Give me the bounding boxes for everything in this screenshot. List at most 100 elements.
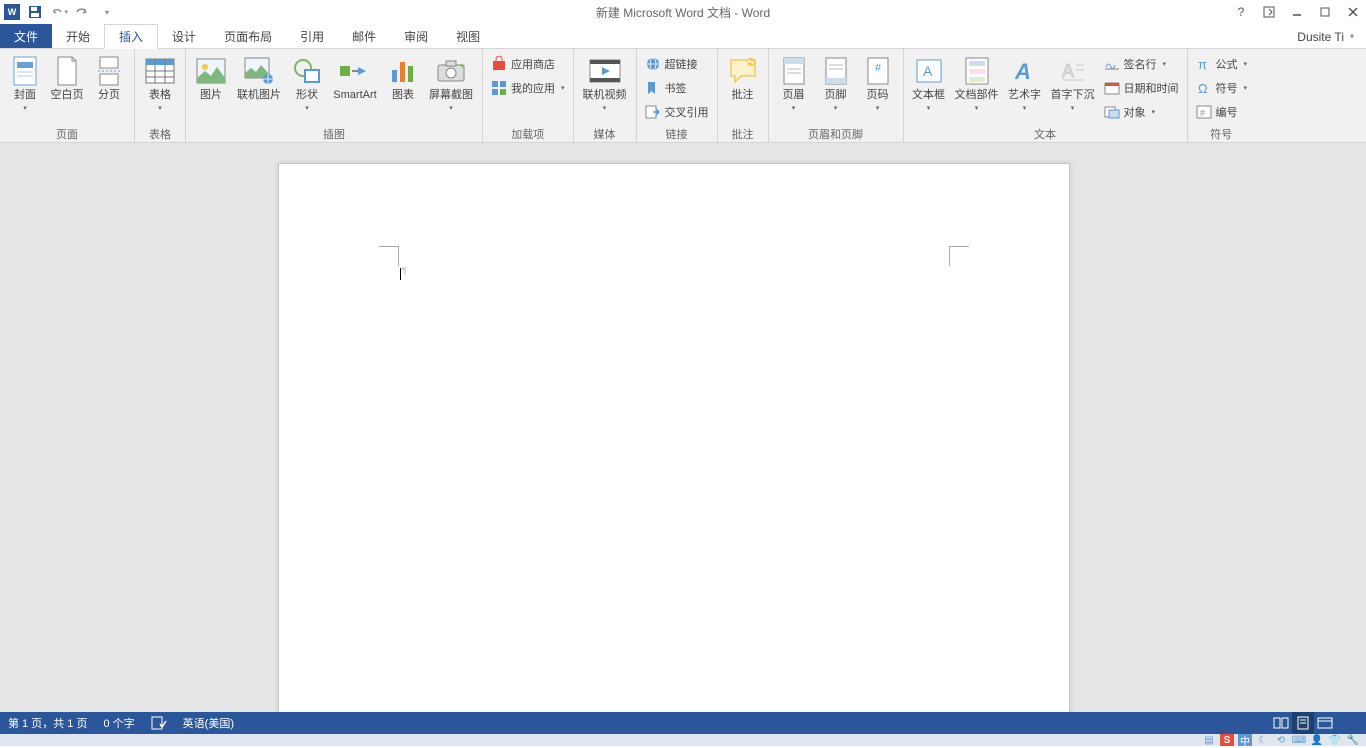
group-illustrations: 图片 联机图片 形状▾ SmartArt 图表 + 屏幕截图▾ — [186, 49, 483, 142]
status-language[interactable]: 英语(美国) — [175, 715, 242, 731]
tray-shirt-icon[interactable]: 👕 — [1328, 734, 1342, 746]
minimize-icon[interactable] — [1284, 1, 1310, 23]
window-controls: ? — [1228, 1, 1366, 23]
status-word-count[interactable]: 0 个字 — [95, 715, 142, 731]
signature-line-button[interactable]: 签名行▾ — [1100, 53, 1183, 75]
status-bar: 第 1 页，共 1 页 0 个字 英语(美国) — [0, 712, 1366, 734]
svg-text:#: # — [875, 62, 882, 74]
bookmark-icon — [645, 80, 661, 96]
page-number-button[interactable]: # 页码▾ — [857, 51, 899, 112]
undo-icon[interactable]: ▾ — [50, 3, 68, 21]
status-proofing-icon[interactable] — [143, 716, 175, 730]
tab-insert[interactable]: 插入 — [104, 24, 158, 49]
help-icon[interactable]: ? — [1228, 1, 1254, 23]
pictures-button[interactable]: 图片 — [190, 51, 232, 102]
svg-text:A: A — [923, 63, 933, 79]
page-number-icon: # — [862, 55, 894, 87]
quick-access-toolbar: W ▾ ▾ — [0, 3, 116, 21]
ribbon-display-icon[interactable] — [1256, 1, 1282, 23]
qat-customize-icon[interactable]: ▾ — [98, 3, 116, 21]
wordart-button[interactable]: A 艺术字▾ — [1004, 51, 1046, 112]
close-icon[interactable] — [1340, 1, 1366, 23]
table-icon — [144, 55, 176, 87]
smartart-icon — [339, 55, 371, 87]
equation-button[interactable]: π 公式▾ — [1192, 53, 1252, 75]
svg-text:A: A — [1014, 59, 1031, 84]
status-page[interactable]: 第 1 页，共 1 页 — [0, 715, 95, 731]
my-apps-button[interactable]: 我的应用▾ — [487, 77, 569, 99]
tab-design[interactable]: 设计 — [158, 24, 210, 48]
document-page[interactable] — [278, 163, 1070, 718]
symbol-button[interactable]: Ω 符号▾ — [1192, 77, 1252, 99]
maximize-icon[interactable] — [1312, 1, 1338, 23]
redo-icon[interactable] — [74, 3, 92, 21]
group-symbols: π 公式▾ Ω 符号▾ # 编号 符号 — [1188, 49, 1256, 142]
date-time-button[interactable]: 日期和时间 — [1100, 77, 1183, 99]
tab-home[interactable]: 开始 — [52, 24, 104, 48]
tab-layout[interactable]: 页面布局 — [210, 24, 286, 48]
view-web-layout-icon[interactable] — [1314, 712, 1336, 734]
video-icon — [589, 55, 621, 87]
equation-icon: π — [1196, 56, 1212, 72]
tab-view[interactable]: 视图 — [442, 24, 494, 48]
text-box-button[interactable]: A 文本框▾ — [908, 51, 950, 112]
svg-text:A: A — [1062, 61, 1074, 81]
object-button[interactable]: 对象▾ — [1100, 101, 1183, 123]
store-button[interactable]: 应用商店 — [487, 53, 569, 75]
wordart-icon: A — [1009, 55, 1041, 87]
tab-review[interactable]: 审阅 — [390, 24, 442, 48]
tray-icon[interactable]: ▤ — [1202, 734, 1216, 746]
group-text: A 文本框▾ 文档部件▾ A 艺术字▾ A 首字下沉▾ 签名行▾ — [904, 49, 1188, 142]
blank-page-button[interactable]: 空白页 — [46, 51, 88, 102]
tab-references[interactable]: 引用 — [286, 24, 338, 48]
hyperlink-button[interactable]: 超链接 — [641, 53, 713, 75]
cross-reference-button[interactable]: 交叉引用 — [641, 101, 713, 123]
signature-icon — [1104, 56, 1120, 72]
store-icon — [491, 56, 507, 72]
screenshot-button[interactable]: + 屏幕截图▾ — [424, 51, 478, 112]
tray-moon-icon[interactable]: ☾ — [1256, 734, 1270, 746]
chart-button[interactable]: 图表 — [382, 51, 424, 102]
picture-icon — [195, 55, 227, 87]
view-print-layout-icon[interactable] — [1292, 712, 1314, 734]
quick-parts-button[interactable]: 文档部件▾ — [950, 51, 1004, 112]
tray-sync-icon[interactable]: ⟲ — [1274, 734, 1288, 746]
view-read-mode-icon[interactable] — [1270, 712, 1292, 734]
svg-text:Ω: Ω — [1198, 81, 1208, 95]
cover-page-icon — [9, 55, 41, 87]
tray-keyboard-icon[interactable]: ⌨ — [1292, 734, 1306, 746]
number-icon: # — [1196, 104, 1212, 120]
margin-corner-tr — [949, 246, 969, 266]
page-break-button[interactable]: 分页 — [88, 51, 130, 102]
footer-icon — [820, 55, 852, 87]
header-icon — [778, 55, 810, 87]
number-button[interactable]: # 编号 — [1192, 101, 1252, 123]
save-icon[interactable] — [26, 3, 44, 21]
tray-user-icon[interactable]: 👤 — [1310, 734, 1324, 746]
cover-page-button[interactable]: 封面▾ — [4, 51, 46, 112]
online-pictures-button[interactable]: 联机图片 — [232, 51, 286, 102]
footer-button[interactable]: 页脚▾ — [815, 51, 857, 112]
shapes-icon — [291, 55, 323, 87]
drop-cap-icon: A — [1057, 55, 1089, 87]
object-icon — [1104, 104, 1120, 120]
header-button[interactable]: 页眉▾ — [773, 51, 815, 112]
account-area[interactable]: Dusite Ti ▾ — [1297, 24, 1360, 49]
table-button[interactable]: 表格▾ — [139, 51, 181, 112]
word-app-icon[interactable]: W — [4, 4, 20, 20]
sogou-ime-icon[interactable]: S — [1220, 734, 1234, 746]
shapes-button[interactable]: 形状▾ — [286, 51, 328, 112]
comment-button[interactable]: 批注 — [722, 51, 764, 102]
cross-ref-icon — [645, 104, 661, 120]
bookmark-button[interactable]: 书签 — [641, 77, 713, 99]
smartart-button[interactable]: SmartArt — [328, 51, 382, 102]
tab-file[interactable]: 文件 — [0, 24, 52, 48]
tab-mailings[interactable]: 邮件 — [338, 24, 390, 48]
page-break-icon — [93, 55, 125, 87]
margin-corner-tl — [379, 246, 399, 266]
tray-wrench-icon[interactable]: 🔧 — [1346, 734, 1360, 746]
svg-text:π: π — [1198, 57, 1207, 71]
online-video-button[interactable]: 联机视频▾ — [578, 51, 632, 112]
document-area[interactable] — [0, 143, 1366, 718]
ime-mode-icon[interactable]: 中 — [1238, 734, 1252, 746]
